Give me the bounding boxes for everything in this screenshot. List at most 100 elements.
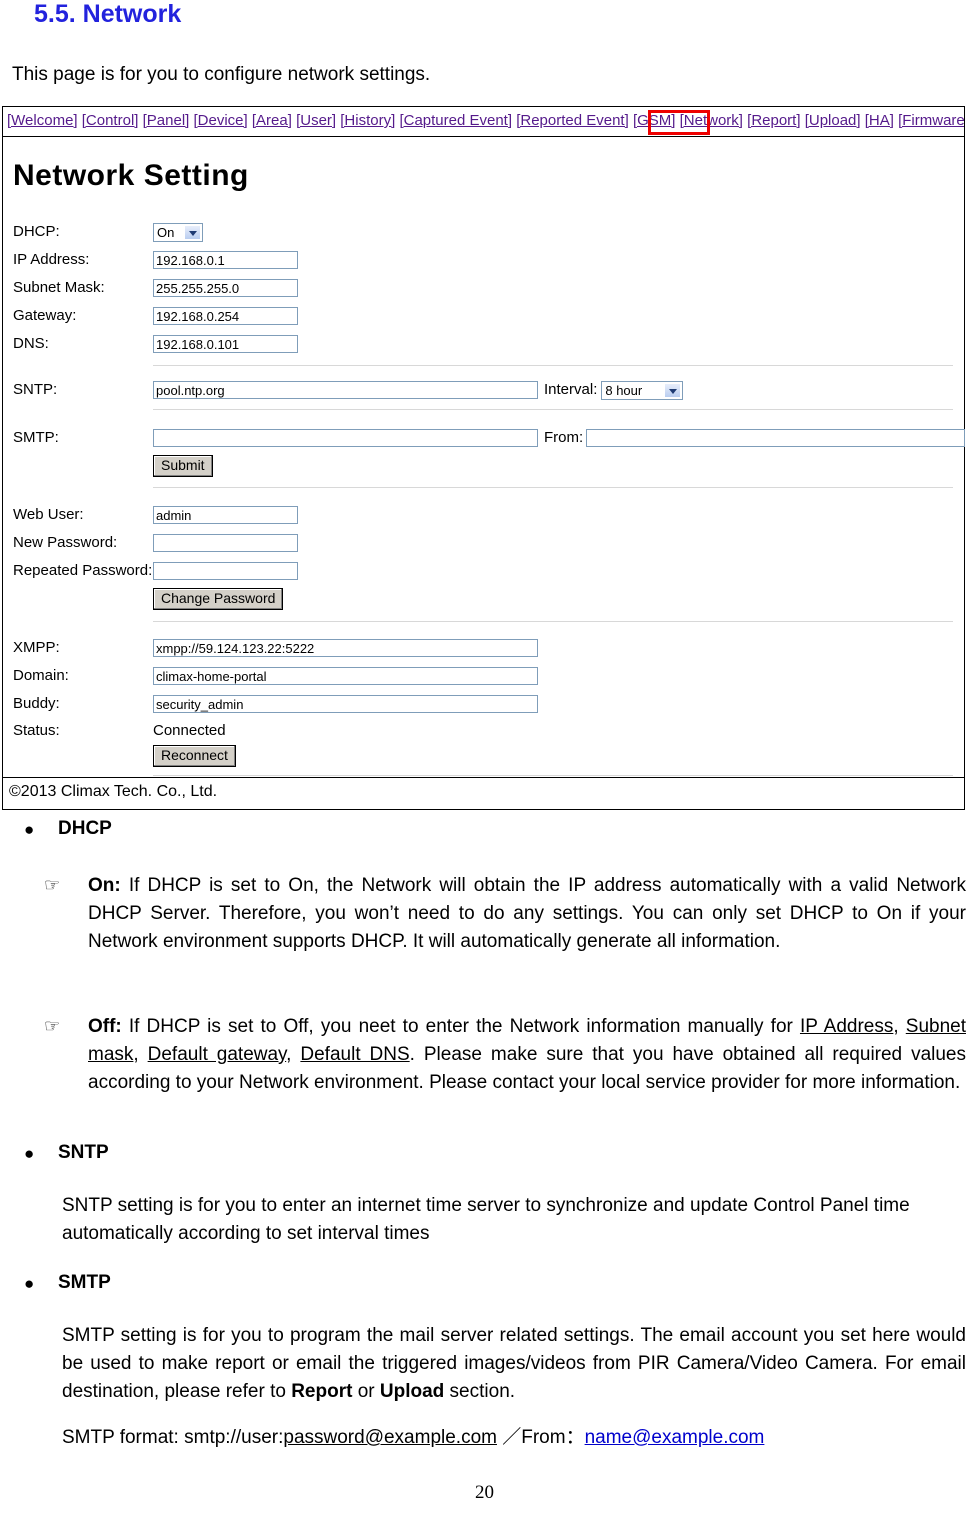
dhcp-on-text: If DHCP is set to On, the Network will o… xyxy=(88,875,966,952)
bullet-icon: ● xyxy=(24,1274,35,1293)
smtp-report-term: Report xyxy=(291,1381,353,1402)
nav-link-network[interactable]: [Network] xyxy=(680,112,743,129)
screen-title: Network Setting xyxy=(13,159,249,192)
sntp-paragraph: SNTP setting is for you to enter an inte… xyxy=(62,1195,910,1244)
section-heading-smtp: ● SMTP xyxy=(24,1272,111,1294)
term-ip-address: IP Address xyxy=(799,1016,894,1037)
nav-link-panel[interactable]: [Panel] xyxy=(143,112,190,129)
smtp-format-credentials: password@example.com xyxy=(283,1427,497,1448)
smtp-upload-term: Upload xyxy=(379,1381,445,1402)
field-row-ip-address: IP Address: 192.168.0.1 xyxy=(13,249,298,271)
gateway-label: Gateway: xyxy=(13,307,77,325)
new-password-label: New Password: xyxy=(13,534,118,552)
field-row-status: Status: Connected xyxy=(13,720,226,742)
section-heading-sntp-label: SNTP xyxy=(58,1142,109,1163)
domain-input[interactable]: climax-home-portal xyxy=(153,667,538,686)
subnet-mask-input[interactable]: 255.255.255.0 xyxy=(153,279,298,298)
nav-link-reported-event[interactable]: [Reported Event] xyxy=(516,112,629,129)
divider xyxy=(153,775,953,776)
dhcp-on-paragraph: ☞ On: If DHCP is set to On, the Network w… xyxy=(44,872,966,956)
chevron-down-icon[interactable] xyxy=(664,382,682,398)
field-row-smtp: SMTP: From: xyxy=(13,427,966,449)
smtp-label: SMTP: xyxy=(13,429,59,447)
screen-footer: ©2013 Climax Tech. Co., Ltd. xyxy=(3,777,964,809)
navigation-bar: [Welcome] [Control] [Panel] [Device] [Ar… xyxy=(3,107,964,137)
nav-link-captured-event[interactable]: [Captured Event] xyxy=(399,112,512,129)
dhcp-off-text-1: If DHCP is set to Off, you neet to enter… xyxy=(121,1016,800,1037)
divider xyxy=(153,409,953,410)
divider xyxy=(153,365,953,366)
field-row-xmpp: XMPP: xmpp://59.124.123.22:5222 xyxy=(13,637,538,659)
nav-link-history[interactable]: [History] xyxy=(340,112,395,129)
nav-link-report[interactable]: [Report] xyxy=(747,112,800,129)
repeated-password-input[interactable] xyxy=(153,562,298,581)
smtp-text-3: section. xyxy=(444,1381,516,1402)
smtp-input[interactable] xyxy=(153,429,538,448)
xmpp-input[interactable]: xmpp://59.124.123.22:5222 xyxy=(153,639,538,658)
bullet-icon: ● xyxy=(24,1144,35,1163)
nav-link-upload[interactable]: [Upload] xyxy=(805,112,861,129)
buddy-label: Buddy: xyxy=(13,695,60,713)
xmpp-label: XMPP: xyxy=(13,639,60,657)
divider xyxy=(153,487,953,488)
field-row-subnet-mask: Subnet Mask: 255.255.255.0 xyxy=(13,277,298,299)
field-row-sntp: SNTP: pool.ntp.org Interval: 8 hour xyxy=(13,379,684,401)
status-label: Status: xyxy=(13,722,60,740)
field-row-gateway: Gateway: 192.168.0.254 xyxy=(13,305,298,327)
change-password-button[interactable]: Change Password xyxy=(153,588,284,611)
nav-link-user[interactable]: [User] xyxy=(296,112,336,129)
nav-link-welcome[interactable]: [Welcome] xyxy=(7,112,78,129)
nav-link-device[interactable]: [Device] xyxy=(194,112,248,129)
ip-address-input[interactable]: 192.168.0.1 xyxy=(153,251,298,270)
sntp-input[interactable]: pool.ntp.org xyxy=(153,381,538,400)
dhcp-off-paragraph: ☞ Off: If DHCP is set to Off, you neet to… xyxy=(44,1013,966,1097)
smtp-format-line: SMTP format: smtp://user:password@exampl… xyxy=(62,1424,966,1452)
network-setting-screenshot: [Welcome] [Control] [Panel] [Device] [Ar… xyxy=(2,106,966,810)
gateway-input[interactable]: 192.168.0.254 xyxy=(153,307,298,326)
smtp-text-2: or xyxy=(352,1381,380,1402)
page-title: 5.5. Network xyxy=(34,0,182,28)
field-row-dhcp: DHCP: On xyxy=(13,221,203,243)
submit-row: Submit xyxy=(13,455,213,478)
submit-button[interactable]: Submit xyxy=(153,455,213,478)
pointing-hand-icon: ☞ xyxy=(44,1016,61,1036)
new-password-input[interactable] xyxy=(153,534,298,553)
smtp-format-email-link[interactable]: name@example.com xyxy=(585,1427,765,1448)
field-row-new-password: New Password: xyxy=(13,532,298,554)
divider xyxy=(153,621,953,622)
sep: , xyxy=(133,1044,148,1065)
interval-label: Interval: xyxy=(544,381,598,399)
dns-input[interactable]: 192.168.0.101 xyxy=(153,335,298,354)
web-user-input[interactable]: admin xyxy=(153,506,298,525)
nav-link-gsm[interactable]: [GSM] xyxy=(633,112,676,129)
reconnect-button[interactable]: Reconnect xyxy=(153,745,236,768)
web-user-label: Web User: xyxy=(13,506,84,524)
ip-address-label: IP Address: xyxy=(13,251,90,269)
dhcp-select[interactable]: On xyxy=(153,222,203,242)
chevron-down-icon[interactable] xyxy=(184,224,201,240)
sntp-label: SNTP: xyxy=(13,381,58,399)
term-default-dns: Default DNS xyxy=(300,1044,410,1065)
sep: , xyxy=(286,1044,301,1065)
from-input[interactable] xyxy=(586,429,966,448)
interval-select-value: 8 hour xyxy=(605,382,643,398)
nav-link-control[interactable]: [Control] xyxy=(82,112,139,129)
field-row-buddy: Buddy: security_admin xyxy=(13,693,538,715)
field-row-repeated-password: Repeated Password: xyxy=(13,560,298,582)
change-password-row: Change Password xyxy=(13,588,284,611)
dhcp-on-term: On: xyxy=(88,875,121,896)
dns-label: DNS: xyxy=(13,335,49,353)
nav-link-ha[interactable]: [HA] xyxy=(865,112,894,129)
interval-select[interactable]: 8 hour xyxy=(601,380,684,400)
dhcp-label: DHCP: xyxy=(13,223,60,241)
sep: , xyxy=(893,1016,906,1037)
pointing-hand-icon: ☞ xyxy=(44,875,61,895)
page-number: 20 xyxy=(475,1482,494,1503)
nav-link-area[interactable]: [Area] xyxy=(252,112,292,129)
field-row-dns: DNS: 192.168.0.101 xyxy=(13,333,298,355)
buddy-input[interactable]: security_admin xyxy=(153,695,538,714)
field-row-web-user: Web User: admin xyxy=(13,504,298,526)
dhcp-select-value: On xyxy=(157,224,175,240)
field-row-domain: Domain: climax-home-portal xyxy=(13,665,538,687)
nav-link-firmware[interactable]: [Firmware] xyxy=(898,112,964,129)
